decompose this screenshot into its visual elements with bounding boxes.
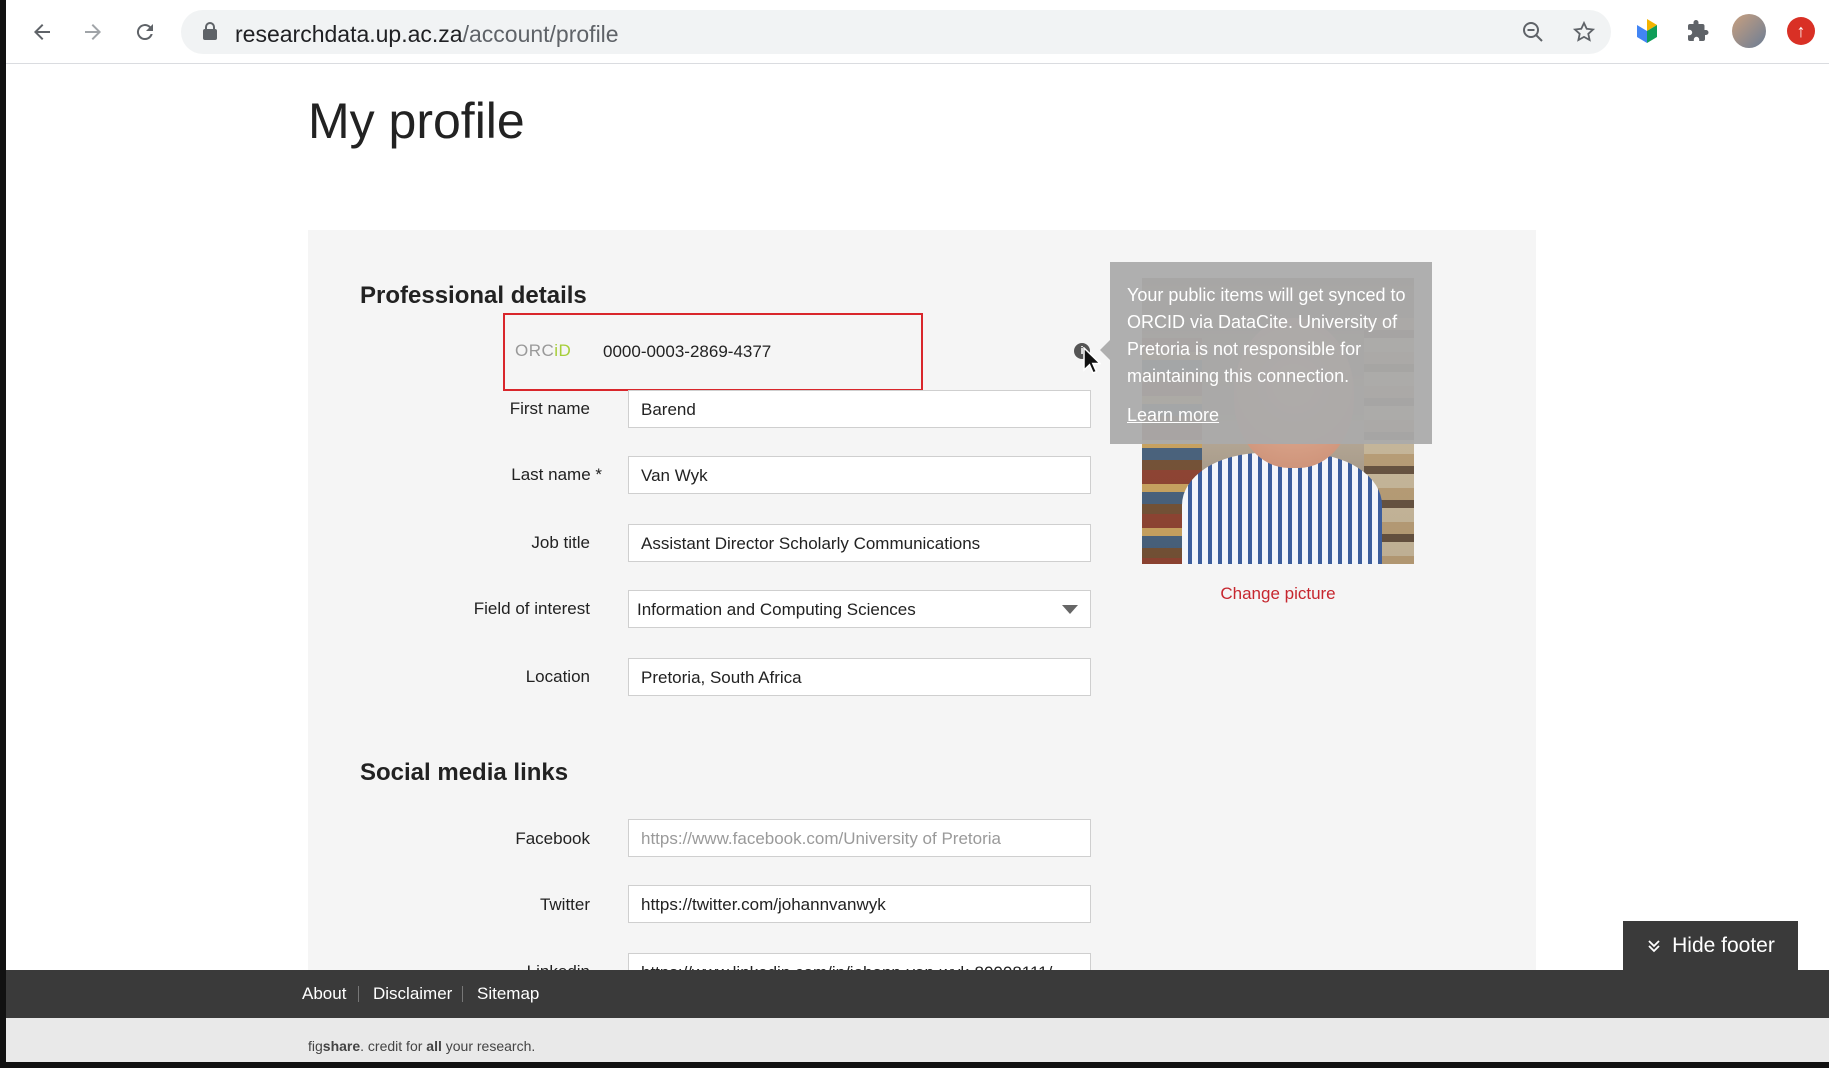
facebook-field[interactable]: https://www.facebook.com/University of P… — [628, 819, 1091, 857]
back-arrow-icon[interactable] — [24, 14, 60, 50]
orcid-id: 0000-0003-2869-4377 — [603, 342, 772, 361]
field-of-interest-label: Field of interest — [473, 599, 590, 618]
orcid-info-tooltip: Your public items will get synced to ORC… — [1100, 262, 1432, 444]
browser-window: researchdata.up.ac.za/account/profile ↑ … — [0, 0, 1829, 1068]
footer-links-bar: About Disclaimer Sitemap — [6, 970, 1829, 1018]
hide-footer-label: Hide footer — [1672, 933, 1775, 957]
lock-icon — [203, 22, 217, 40]
figshare-credit: figshare. credit for all your research. — [308, 1038, 536, 1054]
change-picture-link[interactable]: Change picture — [1142, 584, 1414, 604]
double-chevron-down-icon — [1648, 939, 1660, 952]
location-label: Location — [525, 667, 590, 686]
location-field[interactable]: Pretoria, South Africa — [628, 658, 1091, 696]
footer-link-about[interactable]: About — [302, 984, 346, 1004]
page-title: My profile — [308, 93, 525, 149]
footer-credit-bar: figshare. credit for all your research. — [6, 1018, 1829, 1062]
orcid-box: ORCiD 0000-0003-2869-4377 — [503, 313, 923, 391]
footer-link-disclaimer[interactable]: Disclaimer — [373, 984, 452, 1004]
orcid-logo: ORCiD — [515, 341, 572, 360]
tooltip-text: Your public items will get synced to ORC… — [1127, 285, 1406, 386]
extension-colorful-icon[interactable] — [1630, 14, 1664, 48]
zoom-out-icon[interactable] — [1517, 16, 1549, 48]
browser-toolbar: researchdata.up.ac.za/account/profile ↑ — [6, 0, 1829, 64]
first-name-field[interactable]: Barend — [628, 390, 1091, 428]
footer-divider — [462, 986, 463, 1002]
job-title-label: Job title — [531, 533, 590, 552]
profile-avatar-icon[interactable] — [1732, 14, 1766, 48]
url-text: researchdata.up.ac.za/account/profile — [235, 21, 619, 47]
forward-arrow-icon[interactable] — [75, 14, 111, 50]
hide-footer-button[interactable]: Hide footer — [1623, 921, 1798, 970]
last-name-field[interactable]: Van Wyk — [628, 456, 1091, 494]
footer-link-sitemap[interactable]: Sitemap — [477, 984, 539, 1004]
extensions-puzzle-icon[interactable] — [1681, 14, 1715, 48]
bookmark-star-icon[interactable] — [1568, 16, 1600, 48]
learn-more-link[interactable]: Learn more — [1127, 402, 1219, 429]
facebook-label: Facebook — [515, 829, 590, 848]
twitter-label: Twitter — [539, 895, 590, 914]
update-arrow-icon[interactable]: ↑ — [1784, 14, 1818, 48]
job-title-field[interactable]: Assistant Director Scholarly Communicati… — [628, 524, 1091, 562]
first-name-label: First name — [509, 399, 590, 418]
dropdown-caret-icon — [1062, 605, 1078, 614]
last-name-label: Last name * — [511, 465, 602, 484]
field-of-interest-select[interactable]: Information and Computing Sciences — [628, 590, 1091, 628]
social-media-heading: Social media links — [360, 759, 569, 786]
professional-details-heading: Professional details — [360, 282, 587, 309]
footer-divider — [358, 986, 359, 1002]
address-bar[interactable]: researchdata.up.ac.za/account/profile — [181, 10, 1611, 54]
twitter-field[interactable]: https://twitter.com/johannvanwyk — [628, 885, 1091, 923]
reload-icon[interactable] — [127, 14, 163, 50]
mouse-cursor-icon — [1083, 347, 1101, 374]
field-of-interest-value: Information and Computing Sciences — [637, 600, 916, 619]
